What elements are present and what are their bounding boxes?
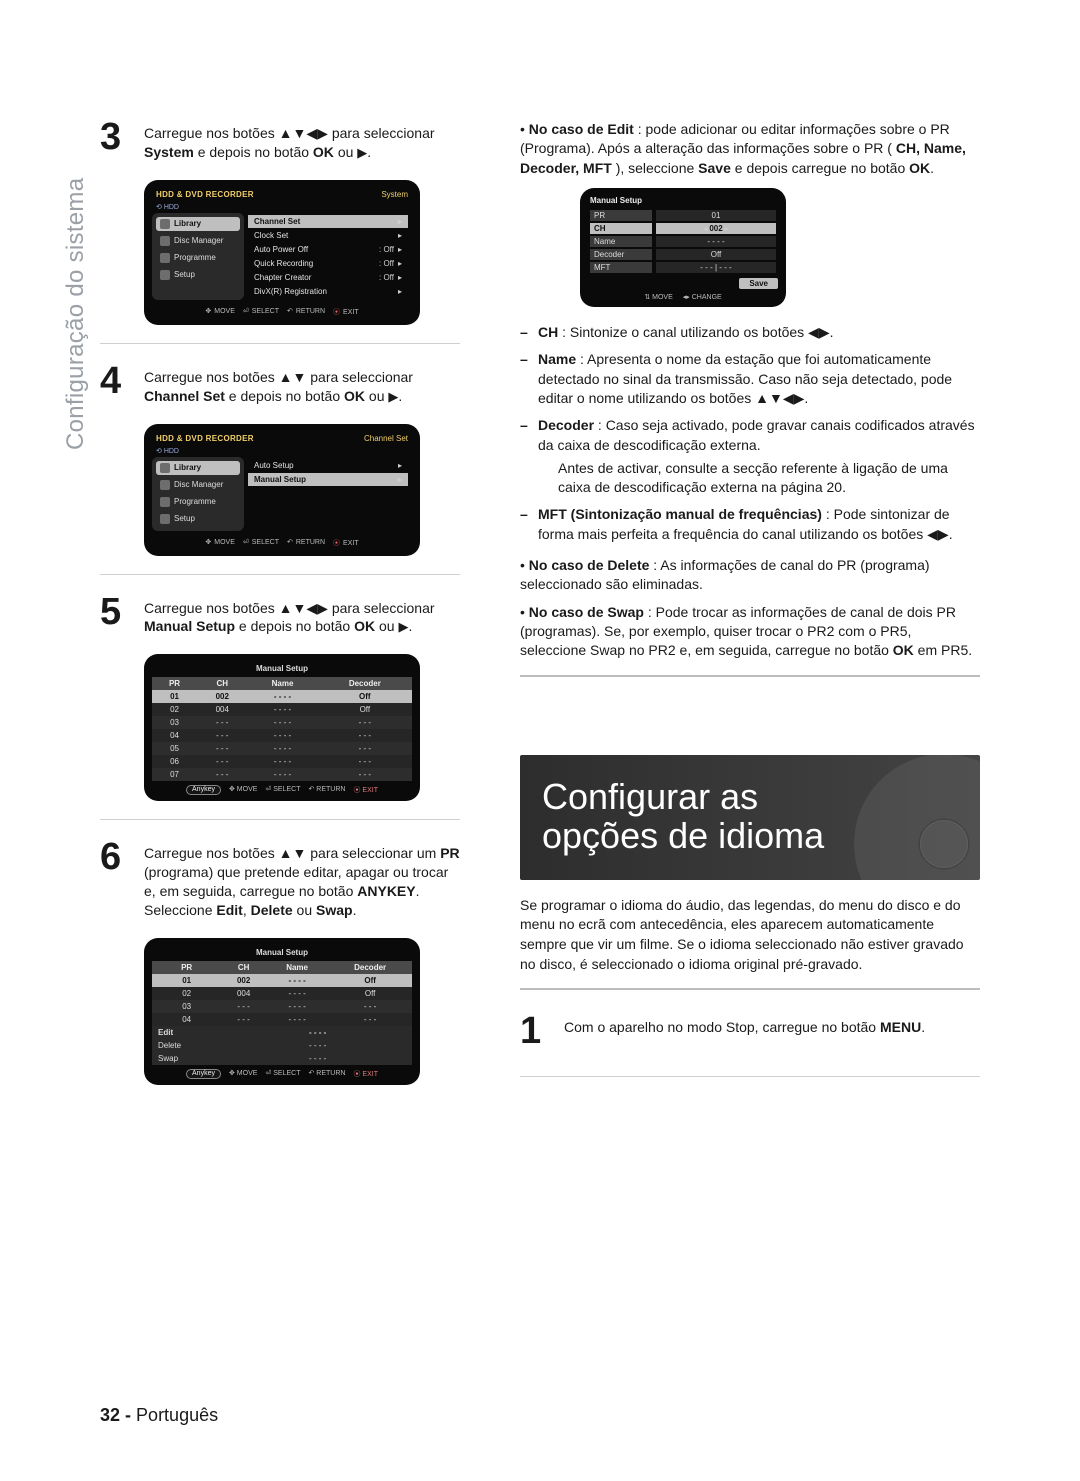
channel-table: PRCHNameDecoder 01002- - - -Off 02004- -…: [152, 677, 412, 781]
screenshot-system: HDD & DVD RECORDER System ⟲ HDD Library …: [144, 180, 420, 325]
table-row: 02004- - - -Off: [152, 987, 412, 1000]
left-column: 3 Carregue nos botões ▲▼◀▶ para seleccio…: [100, 120, 460, 1371]
context-menu-item: Edit- - - -: [152, 1026, 412, 1039]
content-grid: 3 Carregue nos botões ▲▼◀▶ para seleccio…: [100, 120, 980, 1371]
step-1: 1 Com o aparelho no modo Stop, carregue …: [520, 1014, 980, 1048]
def-mft: – MFT (Sintonização manual de frequência…: [520, 505, 980, 544]
section-lead: Se programar o idioma do áudio, das lege…: [520, 896, 980, 974]
rule-strong: [520, 988, 980, 990]
step-text: Carregue nos botões ▲▼◀▶ para selecciona…: [144, 124, 460, 162]
swap-note: • No caso de Swap : Pode trocar as infor…: [520, 603, 980, 661]
def-name: – Name : Apresenta o nome da estação que…: [520, 350, 980, 408]
delete-note: • No caso de Delete : As informações de …: [520, 556, 980, 595]
arrow-icons: ▲▼◀▶: [279, 124, 328, 143]
right-column: • No caso de Edit : pode adicionar ou ed…: [520, 120, 980, 1371]
screenshot-edit-modal: Manual Setup PR01 CH◂ 002 ▸ Name- - - - …: [580, 188, 786, 307]
table-row: 03- - -- - - -- - -: [152, 1000, 412, 1013]
rule: [100, 343, 460, 344]
rule-strong: [520, 675, 980, 677]
context-menu-item: Delete- - - -: [152, 1039, 412, 1052]
table-row: 03- - -- - - -- - -: [152, 716, 412, 729]
screenshot-channel-set: HDD & DVD RECORDER Channel Set ⟲ HDD Lib…: [144, 424, 420, 556]
save-button[interactable]: Save: [739, 278, 778, 289]
section-title: Configurar asopções de idioma: [520, 755, 980, 880]
screenshot-manual-setup-2: Manual Setup PRCHNameDecoder 01002- - - …: [144, 938, 420, 1085]
nav-list: Library Disc Manager Programme Setup: [152, 213, 244, 300]
step-number: 3: [100, 120, 134, 162]
screenshot-manual-setup-1: Manual Setup PRCHNameDecoder 01002- - - …: [144, 654, 420, 801]
def-decoder: – Decoder : Caso seja activado, pode gra…: [520, 416, 980, 497]
table-row: 01002- - - -Off: [152, 974, 412, 987]
rule: [100, 819, 460, 820]
page: Configuração do sistema 3 Carregue nos b…: [0, 0, 1080, 1481]
settings-list: Channel Set Clock Set Auto Power Off: Of…: [244, 213, 412, 300]
def-ch: – CH : Sintonize o canal utilizando os b…: [520, 323, 980, 342]
step-4: 4 Carregue nos botões ▲▼ para selecciona…: [100, 364, 460, 406]
step-6: 6 Carregue nos botões ▲▼ para selecciona…: [100, 840, 460, 920]
table-row: 04- - -- - - -- - -: [152, 1013, 412, 1026]
side-label: Configuração do sistema: [62, 178, 90, 450]
rule: [100, 574, 460, 575]
context-menu-item: Swap- - - -: [152, 1052, 412, 1065]
table-row: 02004- - - -Off: [152, 703, 412, 716]
disc-icon: [854, 755, 980, 880]
play-icon: ▶: [357, 145, 367, 160]
edit-note: • No caso de Edit : pode adicionar ou ed…: [520, 120, 980, 178]
table-row: 05- - -- - - -- - -: [152, 742, 412, 755]
step-3: 3 Carregue nos botões ▲▼◀▶ para seleccio…: [100, 120, 460, 162]
page-footer: 32 - Português: [100, 1405, 218, 1426]
step-5: 5 Carregue nos botões ▲▼◀▶ para seleccio…: [100, 595, 460, 637]
table-row: 01002- - - -Off: [152, 690, 412, 703]
table-row: 06- - -- - - -- - -: [152, 755, 412, 768]
table-row: 07- - -- - - -- - -: [152, 768, 412, 781]
rule: [520, 1076, 980, 1077]
table-row: 04- - -- - - -- - -: [152, 729, 412, 742]
